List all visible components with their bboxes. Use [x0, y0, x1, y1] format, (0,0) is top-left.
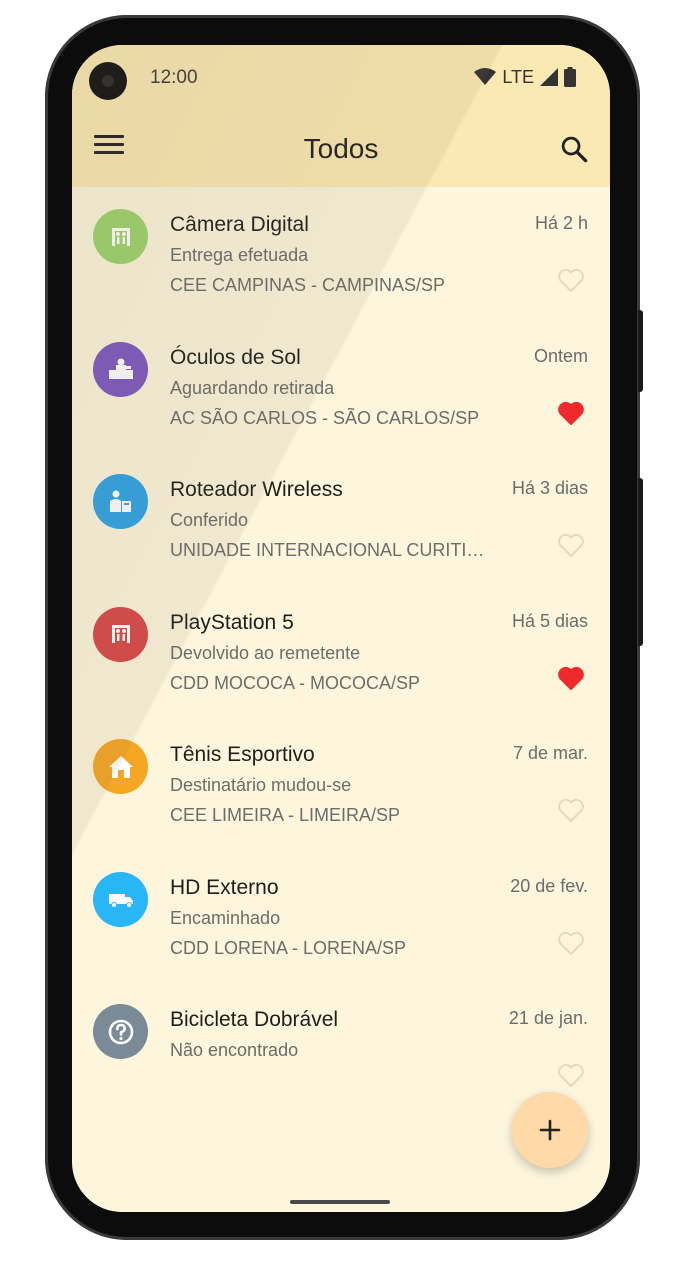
question-icon: [108, 1019, 133, 1044]
package-name: HD Externo: [170, 875, 279, 899]
package-location: UNIDADE INTERNACIONAL CURITIBA/PR: [170, 540, 495, 560]
package-avatar: [93, 871, 148, 927]
inspector-icon: [109, 490, 131, 512]
package-location: CEE CAMPINAS - CAMPINAS/SP: [170, 275, 446, 295]
package-location: CDD MOCOCA - MOCOCA/SP: [170, 672, 421, 693]
package-name: PlayStation 5: [170, 610, 294, 634]
package-date: 20 de fev.: [510, 875, 588, 896]
package-date: 7 de mar.: [512, 743, 588, 763]
package-location: CEE LIMEIRA - LIMEIRA/SP: [170, 805, 401, 825]
package-name: Roteador Wireless: [170, 478, 343, 501]
package-status: Encaminhado: [170, 907, 281, 928]
battery-icon: [564, 67, 576, 87]
list-item[interactable]: PlayStation 5 Devolvido ao remetente CDD M…: [72, 585, 610, 717]
add-button[interactable]: [512, 1092, 588, 1168]
package-date: Há 2 h: [534, 213, 588, 233]
favorite-heart-icon[interactable]: [557, 797, 585, 823]
package-avatar: [93, 209, 148, 264]
package-name: Bicicleta Dobrável: [170, 1008, 339, 1031]
package-avatar: [93, 1004, 148, 1059]
favorite-heart-icon[interactable]: [557, 665, 585, 691]
plus-icon: [539, 1119, 561, 1141]
package-status: Devolvido ao remetente: [170, 642, 361, 663]
page-title: Todos: [303, 133, 379, 164]
package-date: Há 5 dias: [511, 610, 588, 631]
status-icons: LTE: [474, 65, 576, 89]
package-name: Óculos de Sol: [170, 345, 301, 369]
list-item[interactable]: Câmera Digital Entrega efetuada CEE CAMPIN…: [72, 187, 610, 319]
package-location: AC SÃO CARLOS - SÃO CARLOS/SP: [170, 407, 480, 428]
house-icon: [108, 755, 133, 778]
status-time: 12:00: [150, 67, 198, 88]
package-location: CDD LORENA - LORENA/SP: [170, 937, 407, 958]
signal-icon: [540, 68, 558, 86]
package-date: 21 de jan.: [508, 1008, 588, 1028]
package-status: Aguardando retirada: [170, 377, 335, 398]
handover-icon: [111, 227, 130, 246]
handover-icon: [111, 625, 130, 643]
favorite-heart-icon[interactable]: [557, 1062, 585, 1088]
package-status: Destinatário mudou-se: [170, 775, 352, 795]
package-date: Há 3 dias: [511, 478, 588, 498]
list-item[interactable]: Tênis Esportivo Destinatário mudou-se CEE …: [72, 717, 610, 849]
home-indicator[interactable]: [290, 1200, 390, 1204]
counter-icon: [108, 358, 133, 379]
package-status: Não encontrado: [170, 1040, 299, 1060]
power-button: [638, 310, 643, 392]
favorite-heart-icon[interactable]: [557, 532, 585, 558]
favorite-heart-icon[interactable]: [557, 930, 585, 956]
list-item[interactable]: Óculos de Sol Aguardando retirada AC SÃO C…: [72, 320, 610, 452]
volume-button: [638, 478, 643, 646]
package-avatar: [93, 341, 148, 397]
favorite-heart-icon[interactable]: [557, 267, 585, 293]
package-avatar: [93, 474, 148, 529]
package-avatar: [93, 606, 148, 662]
package-date: Ontem: [533, 345, 588, 366]
favorite-heart-icon[interactable]: [557, 400, 585, 426]
search-icon[interactable]: [560, 135, 588, 163]
wifi-icon: [474, 68, 497, 85]
package-avatar: [93, 739, 148, 794]
package-name: Tênis Esportivo: [170, 743, 315, 766]
list-item[interactable]: Roteador Wireless Conferido UNIDADE INTERN…: [72, 452, 610, 584]
package-status: Conferido: [170, 510, 249, 530]
network-label: LTE: [502, 66, 534, 87]
screen: 12:00 LTE Todos Câmera Digital Entrega ef…: [72, 45, 610, 1212]
front-camera: [89, 62, 127, 100]
package-status: Entrega efetuada: [170, 245, 309, 265]
list-item[interactable]: HD Externo Encaminhado CDD LORENA - LORENA…: [72, 850, 610, 982]
truck-icon: [108, 894, 133, 908]
list-item[interactable]: Bicicleta Dobrável Não encontrado 21 de ja…: [72, 982, 610, 1114]
package-name: Câmera Digital: [170, 213, 309, 236]
